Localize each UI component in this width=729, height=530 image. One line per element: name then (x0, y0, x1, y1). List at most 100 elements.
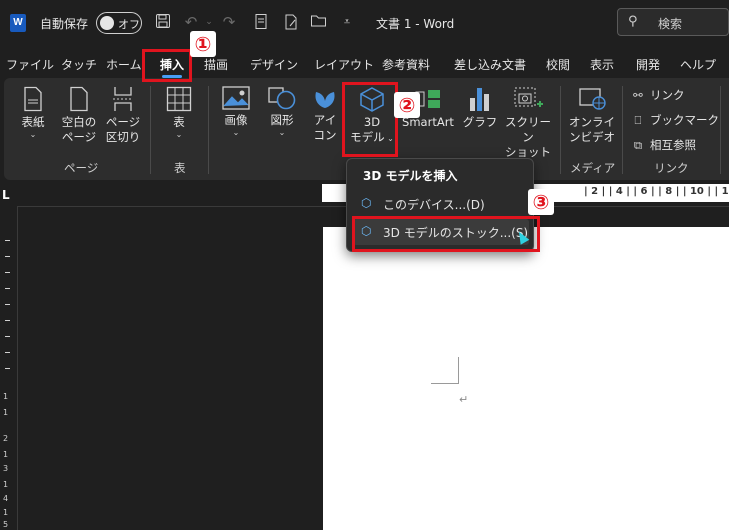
customize-dropdown-icon[interactable]: ⩡ (338, 13, 356, 31)
icons-button[interactable]: アイ コン (306, 86, 344, 143)
group-separator (720, 86, 721, 174)
touch-pen-icon[interactable] (282, 13, 300, 31)
margin-marker (458, 357, 459, 384)
tab-home[interactable]: ホーム (106, 56, 142, 73)
divider (17, 206, 18, 530)
highlight-stock-models-item (352, 216, 540, 252)
paragraph-mark: ↵ (459, 393, 469, 406)
group-separator (560, 86, 561, 174)
shapes-icon (268, 87, 296, 110)
icons-icon (315, 92, 335, 108)
cover-page-button[interactable]: 表紙 ⌄ (12, 86, 54, 139)
document-page[interactable]: ↵ (323, 227, 729, 530)
icons-label-2: コン (313, 128, 337, 142)
screenshot-icon (514, 87, 543, 107)
tab-layout[interactable]: レイアウト (314, 56, 374, 73)
blank-page-icon (70, 86, 88, 112)
ruler-tick (5, 352, 10, 353)
page-break-label-1: ページ (105, 115, 141, 129)
cover-page-label: 表紙 (21, 115, 45, 129)
bookmark-label: ブックマーク (650, 113, 719, 127)
ruler-number: 1 (3, 408, 9, 417)
bookmark-button[interactable]: ⎕ ブックマーク (630, 112, 719, 128)
cover-page-icon (24, 86, 42, 112)
group-separator (150, 86, 151, 174)
chevron-down-icon: ⌄ (175, 130, 183, 139)
search-input[interactable]: ⚲ 検索 (617, 8, 729, 36)
redo-icon[interactable]: ↷ (220, 13, 238, 31)
menu-item-this-device[interactable]: ⬡ このデバイス...(D) (353, 191, 529, 217)
blank-page-label-1: 空白の (61, 115, 97, 129)
step-marker-1: ① (190, 31, 216, 57)
ruler-number: 3 (3, 464, 9, 473)
ruler-number: 5 (3, 520, 9, 529)
bookmark-icon: ⎕ (634, 113, 642, 127)
cross-reference-label: 相互参照 (650, 138, 696, 152)
margin-marker (431, 383, 459, 384)
tab-developer[interactable]: 開発 (636, 56, 660, 73)
document-title: 文書 1 - Word (376, 17, 455, 31)
tab-file[interactable]: ファイル (6, 56, 54, 73)
highlight-3d-model-button (342, 82, 398, 157)
picture-button[interactable]: 画像 ⌄ (216, 86, 256, 137)
highlight-insert-tab (142, 49, 192, 82)
autosave-label: 自動保存 (40, 17, 89, 31)
screenshot-label-2: ショット (505, 145, 551, 159)
group-separator (622, 86, 623, 174)
link-group-label: リンク (654, 161, 689, 175)
chevron-down-icon: ⌄ (232, 128, 240, 137)
chevron-down-icon: ⌄ (29, 130, 37, 139)
ribbon-tabs: ファイル タッチ ホーム 挿入 描画 デザイン レイアウト 参考資料 差し込み文… (0, 50, 729, 78)
menu-item-label: このデバイス...(D) (383, 198, 485, 212)
undo-dropdown-icon[interactable]: ⌄ (200, 13, 218, 31)
tab-design[interactable]: デザイン (250, 56, 298, 73)
table-button[interactable]: 表 ⌄ (160, 86, 198, 139)
tab-help[interactable]: ヘルプ (680, 56, 716, 73)
picture-label: 画像 (224, 113, 248, 127)
tab-selector[interactable]: L (2, 188, 10, 202)
cross-reference-button[interactable]: ⧉ 相互参照 (630, 137, 696, 153)
save-icon[interactable] (154, 13, 172, 31)
online-video-icon (579, 88, 606, 110)
ruler-tick (5, 336, 10, 337)
page-break-button[interactable]: ページ 区切り (102, 86, 144, 145)
page-group-label: ページ (64, 161, 99, 175)
table-icon (166, 86, 192, 112)
link-icon: ⚯ (633, 88, 643, 102)
ruler-number: 4 (3, 494, 9, 503)
chevron-down-icon: ⌄ (278, 128, 286, 137)
table-label: 表 (173, 115, 185, 129)
title-bar: W 自動保存 オフ ↶ ⌄ ↷ ⩡ 文書 1 - Word ⚲ 検索 (0, 0, 729, 46)
undo-icon[interactable]: ↶ (182, 13, 200, 31)
blank-page-button[interactable]: 空白の ページ (58, 86, 100, 145)
tab-view[interactable]: 表示 (590, 56, 614, 73)
ruler-tick (5, 288, 10, 289)
ruler-number: 1 (3, 508, 9, 517)
ruler-number: 1 (3, 480, 9, 489)
autosave-state: オフ (118, 18, 140, 31)
tab-references[interactable]: 参考資料 (382, 56, 430, 73)
ruler-number: 1 (3, 450, 9, 459)
chart-button[interactable]: グラフ (462, 86, 498, 130)
tab-touch[interactable]: タッチ (61, 56, 97, 73)
step-marker-3: ③ (528, 189, 554, 215)
document-copy-icon[interactable] (252, 13, 270, 31)
vertical-ruler[interactable]: 1 1 2 1 3 1 4 1 5 (0, 228, 14, 530)
toggle-knob (100, 16, 114, 30)
open-folder-icon[interactable] (310, 13, 328, 31)
online-video-button[interactable]: オンライ ンビデオ (566, 86, 618, 145)
link-button[interactable]: ⚯ リンク (630, 87, 684, 103)
media-group-label: メディア (570, 161, 616, 175)
shapes-label: 図形 (270, 113, 294, 127)
search-icon: ⚲ (628, 14, 638, 29)
tab-mailings[interactable]: 差し込み文書 (454, 56, 526, 73)
page-break-icon (113, 87, 133, 111)
step-marker-2: ② (394, 92, 420, 118)
autosave-toggle[interactable]: オフ (96, 12, 142, 34)
tab-review[interactable]: 校閲 (546, 56, 570, 73)
search-placeholder: 検索 (658, 17, 683, 31)
shapes-button[interactable]: 図形 ⌄ (262, 86, 302, 137)
chart-icon (470, 88, 489, 111)
cross-reference-icon: ⧉ (633, 138, 643, 152)
tab-draw[interactable]: 描画 (204, 56, 228, 73)
